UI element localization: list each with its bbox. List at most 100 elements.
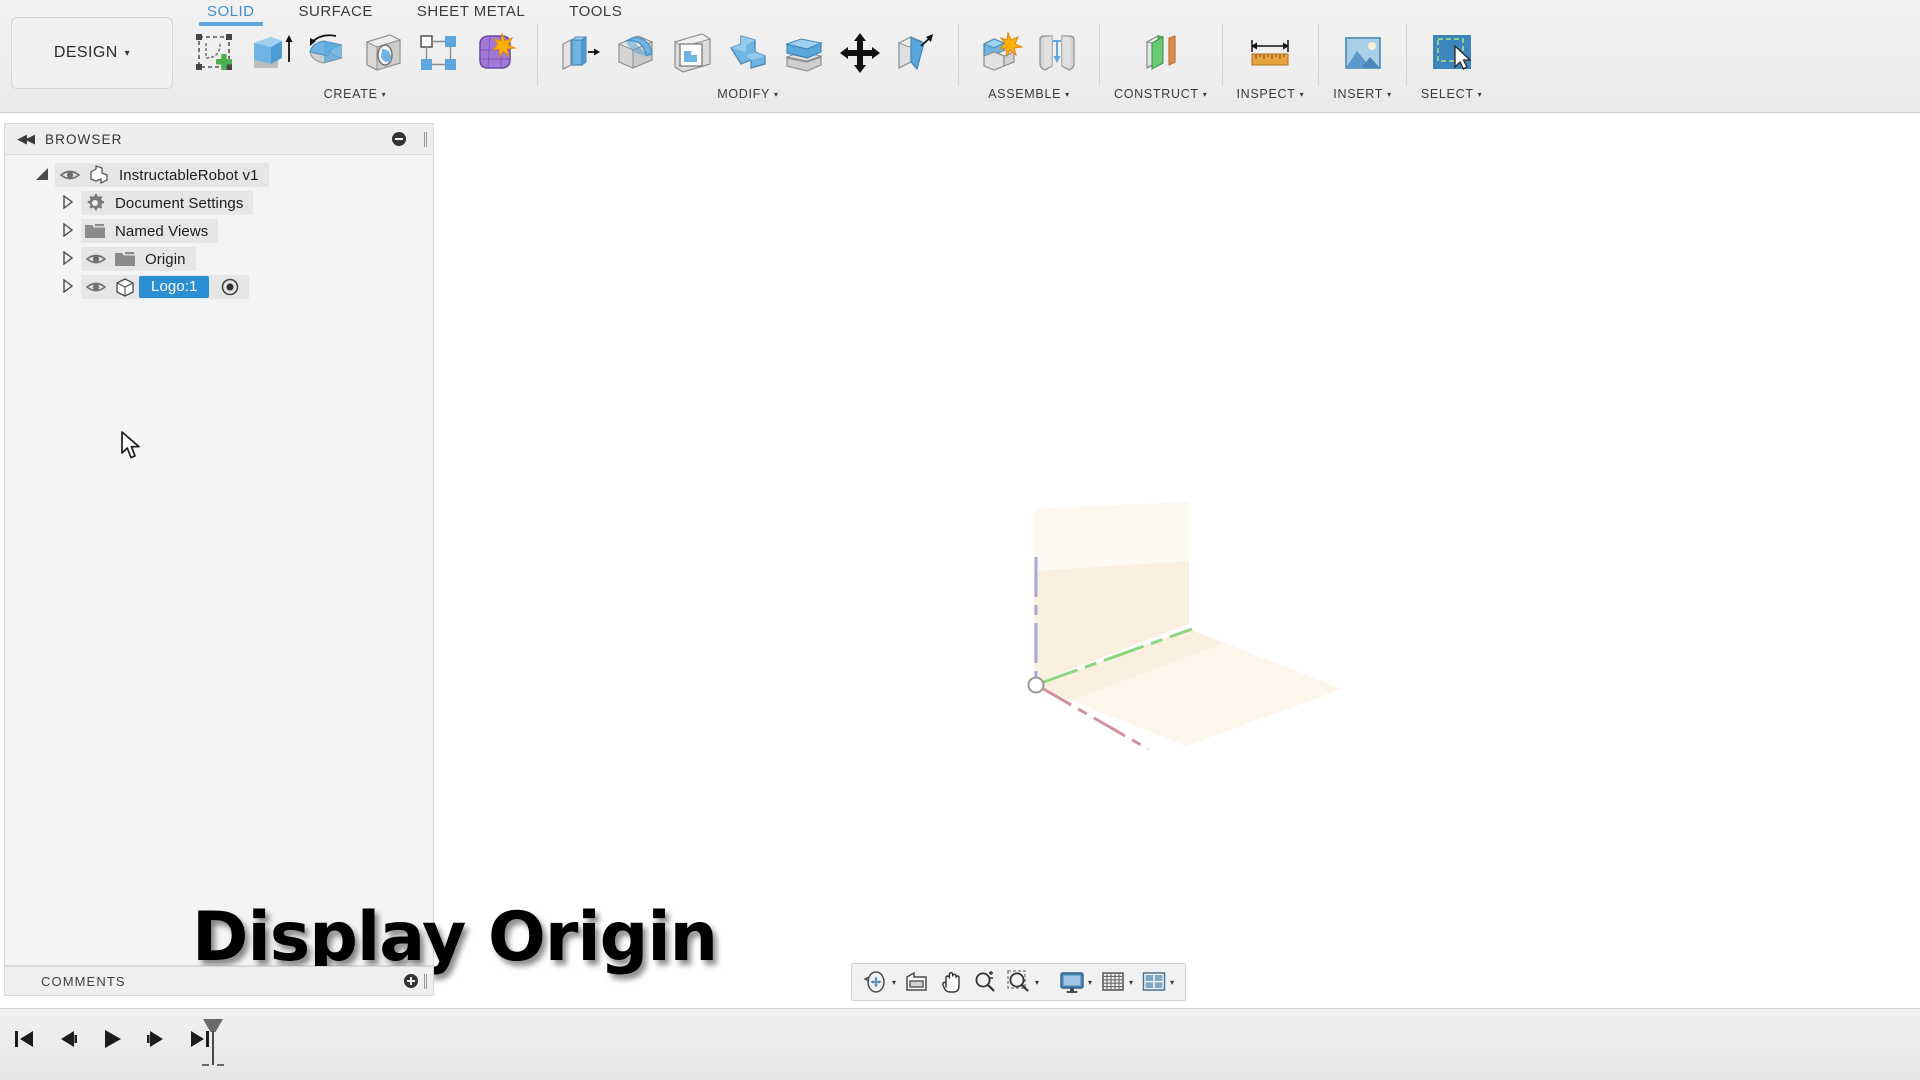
zoom-window-icon[interactable]: ▾ bbox=[1003, 967, 1042, 997]
ribbon-group-select-label[interactable]: SELECT ▾ bbox=[1421, 87, 1483, 101]
ribbon-group-inspect-label[interactable]: INSPECT ▾ bbox=[1237, 87, 1305, 101]
mouse-cursor bbox=[121, 431, 143, 466]
chevron-down-icon[interactable]: ▾ bbox=[1129, 978, 1133, 987]
shell-icon[interactable] bbox=[664, 24, 720, 82]
divider bbox=[537, 24, 538, 86]
chevron-right-icon[interactable] bbox=[55, 223, 81, 240]
panel-resize-grip[interactable] bbox=[424, 132, 427, 147]
grid-snaps-icon[interactable]: ▾ bbox=[1097, 967, 1136, 997]
tab-surface[interactable]: SURFACE bbox=[277, 0, 395, 20]
tab-sheet-metal[interactable]: SHEET METAL bbox=[395, 0, 547, 20]
chevron-down-icon: ▾ bbox=[125, 48, 130, 59]
chevron-down-icon: ▾ bbox=[1387, 90, 1392, 99]
browser-header: ◀◀ BROWSER bbox=[5, 124, 433, 155]
split-face-icon[interactable] bbox=[776, 24, 832, 82]
chevron-right-icon[interactable] bbox=[55, 251, 81, 268]
chevron-down-icon[interactable]: ▾ bbox=[1170, 978, 1174, 987]
tree-node-document-settings[interactable]: Document Settings bbox=[5, 189, 433, 217]
tree-node-label: Named Views bbox=[109, 223, 208, 240]
ribbon-group-assemble: ASSEMBLE ▾ bbox=[969, 24, 1089, 101]
ribbon-group-assemble-label[interactable]: ASSEMBLE ▾ bbox=[988, 87, 1070, 101]
zoom-icon[interactable] bbox=[969, 967, 1001, 997]
fillet-icon[interactable] bbox=[608, 24, 664, 82]
display-settings-icon[interactable]: ▾ bbox=[1056, 967, 1095, 997]
tree-node-named-views[interactable]: Named Views bbox=[5, 217, 433, 245]
chevron-right-icon[interactable] bbox=[55, 195, 81, 212]
chevron-down-icon[interactable]: ▾ bbox=[1035, 978, 1039, 987]
go-to-beginning-button[interactable] bbox=[10, 1025, 38, 1053]
visibility-eye-icon[interactable] bbox=[81, 252, 111, 266]
divider bbox=[1406, 24, 1407, 86]
align-icon[interactable] bbox=[888, 24, 944, 82]
chevron-down-icon[interactable]: ▾ bbox=[1088, 978, 1092, 987]
ribbon-group-construct-label[interactable]: CONSTRUCT ▾ bbox=[1114, 87, 1208, 101]
select-window-icon[interactable] bbox=[1424, 24, 1480, 82]
tree-node-label: Document Settings bbox=[109, 195, 243, 212]
ribbon-group-modify: MODIFY ▾ bbox=[548, 24, 948, 101]
create-sketch-icon[interactable] bbox=[187, 24, 243, 82]
form-icon[interactable] bbox=[467, 24, 523, 82]
viewports-icon[interactable]: ▾ bbox=[1138, 967, 1177, 997]
step-back-button[interactable] bbox=[54, 1025, 82, 1053]
tree-node-label: Origin bbox=[139, 251, 186, 268]
comments-panel[interactable]: COMMENTS bbox=[4, 966, 434, 996]
chevron-down-icon: ▾ bbox=[774, 90, 779, 99]
ribbon-group-create: CREATE ▾ bbox=[183, 24, 527, 101]
chevron-down-icon[interactable]: ▾ bbox=[892, 978, 896, 987]
timeline-marker[interactable] bbox=[196, 1017, 230, 1078]
new-component-icon[interactable] bbox=[973, 24, 1029, 82]
chevron-right-icon[interactable] bbox=[55, 279, 81, 296]
divider bbox=[1099, 24, 1100, 86]
pattern-icon[interactable] bbox=[411, 24, 467, 82]
revolve-icon[interactable] bbox=[299, 24, 355, 82]
combine-icon[interactable] bbox=[720, 24, 776, 82]
activate-component-radio[interactable] bbox=[221, 278, 239, 296]
gear-icon bbox=[81, 192, 109, 214]
press-pull-icon[interactable] bbox=[552, 24, 608, 82]
visibility-eye-icon[interactable] bbox=[55, 168, 85, 182]
browser-panel: ◀◀ BROWSER bbox=[4, 123, 434, 966]
ribbon-groups: CREATE ▾ bbox=[183, 24, 1486, 110]
fusion360-window: DESIGN ▾ SOLID SURFACE SHEET METAL TOOLS bbox=[0, 0, 1920, 1080]
divider bbox=[1222, 24, 1223, 86]
viewport-canvas[interactable] bbox=[434, 124, 1920, 995]
ribbon-group-modify-label[interactable]: MODIFY ▾ bbox=[717, 87, 779, 101]
measure-icon[interactable] bbox=[1242, 24, 1298, 82]
tab-tools-label: TOOLS bbox=[569, 3, 622, 20]
step-forward-button[interactable] bbox=[142, 1025, 170, 1053]
hole-icon[interactable] bbox=[355, 24, 411, 82]
expand-arrow-icon[interactable] bbox=[29, 166, 55, 185]
tree-node-instructablerobot[interactable]: InstructableRobot v1 bbox=[5, 161, 433, 189]
collapse-panel-icon[interactable]: ◀◀ bbox=[17, 131, 33, 147]
orbit-icon[interactable]: ▾ bbox=[860, 967, 899, 997]
ribbon-toolbar: DESIGN ▾ SOLID SURFACE SHEET METAL TOOLS bbox=[0, 0, 1920, 113]
workspace-switcher-button[interactable]: DESIGN ▾ bbox=[11, 17, 173, 89]
move-copy-icon[interactable] bbox=[832, 24, 888, 82]
tree-node-logo[interactable]: Logo:1 bbox=[5, 273, 433, 301]
tab-solid-label: SOLID bbox=[207, 3, 255, 20]
insert-image-icon[interactable] bbox=[1335, 24, 1391, 82]
ribbon-group-insert-label[interactable]: INSERT ▾ bbox=[1333, 87, 1392, 101]
origin-plane-vertical-upper bbox=[1034, 502, 1189, 571]
comments-resize-grip[interactable] bbox=[424, 974, 427, 989]
ribbon-group-select: SELECT ▾ bbox=[1417, 24, 1487, 101]
plus-circle-icon[interactable] bbox=[404, 974, 418, 988]
look-at-icon[interactable] bbox=[901, 967, 933, 997]
minus-circle-icon[interactable] bbox=[392, 132, 406, 146]
ribbon-group-create-label[interactable]: CREATE ▾ bbox=[324, 87, 387, 101]
chevron-down-icon: ▾ bbox=[1478, 90, 1483, 99]
tab-tools[interactable]: TOOLS bbox=[547, 0, 644, 20]
joint-icon[interactable] bbox=[1029, 24, 1085, 82]
extrude-icon[interactable] bbox=[243, 24, 299, 82]
tab-solid[interactable]: SOLID bbox=[185, 0, 277, 20]
divider bbox=[1318, 24, 1319, 86]
visibility-eye-icon[interactable] bbox=[81, 280, 111, 294]
pan-icon[interactable] bbox=[935, 967, 967, 997]
tree-node-label: InstructableRobot v1 bbox=[113, 167, 259, 184]
offset-plane-icon[interactable] bbox=[1133, 24, 1189, 82]
tab-surface-label: SURFACE bbox=[299, 3, 373, 20]
chevron-down-icon: ▾ bbox=[1065, 90, 1070, 99]
play-button[interactable] bbox=[98, 1025, 126, 1053]
tree-node-origin[interactable]: Origin bbox=[5, 245, 433, 273]
browser-title: BROWSER bbox=[45, 132, 380, 147]
